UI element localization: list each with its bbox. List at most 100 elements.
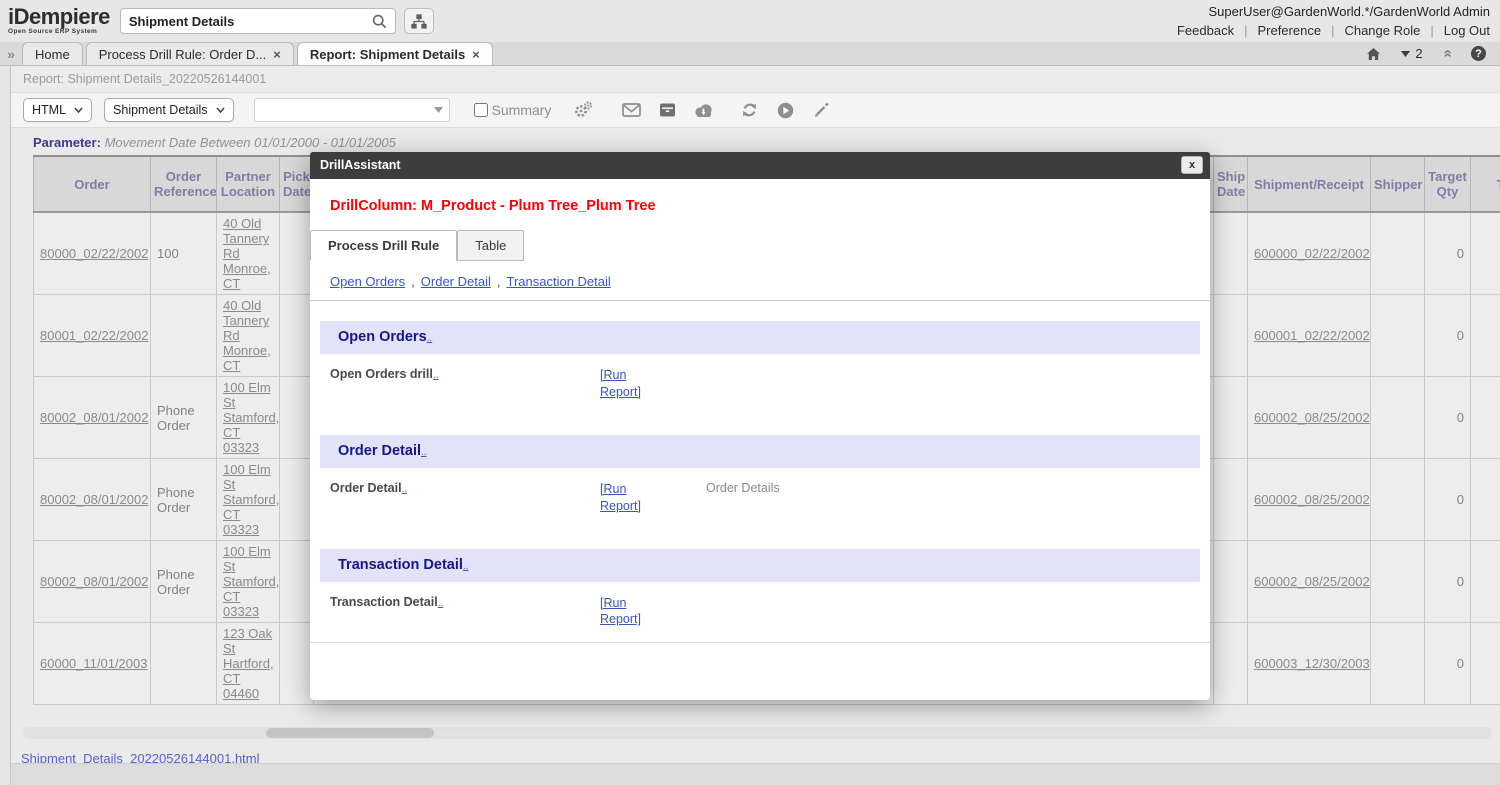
refresh-icon[interactable] <box>737 98 761 122</box>
run-report-icon[interactable] <box>773 98 797 122</box>
tab-process-drill-rule[interactable]: Process Drill Rule: Order D... × <box>86 42 294 65</box>
partner-location-link[interactable]: 100 Elm St Stamford, CT 03323 <box>223 462 279 537</box>
app-logo-title: iDempiere <box>8 6 110 28</box>
send-mail-icon[interactable] <box>619 98 643 122</box>
section-more-link[interactable]: .. <box>427 333 433 344</box>
summary-checkbox[interactable] <box>474 103 488 117</box>
partner-location-link[interactable]: 40 Old Tannery Rd Monroe, CT <box>223 298 271 373</box>
order-link[interactable]: 80001_02/22/2002 <box>40 328 148 343</box>
partner-location-link[interactable]: 100 Elm St Stamford, CT 03323 <box>223 544 279 619</box>
global-search[interactable] <box>120 8 396 34</box>
quick-link-transaction-detail[interactable]: Transaction Detail <box>506 274 610 289</box>
report-select-value: Shipment Details <box>113 103 208 117</box>
shipment-receipt-link[interactable]: 600002_08/25/2002 <box>1254 410 1370 425</box>
order-link[interactable]: 80000_02/22/2002 <box>40 246 148 261</box>
section-header-open-orders: Open Orders.. <box>320 321 1200 354</box>
quick-link-open-orders[interactable]: Open Orders <box>330 274 405 289</box>
link-separator: , <box>411 274 415 289</box>
section-more-link[interactable]: .. <box>463 561 469 572</box>
menu-item-feedback[interactable]: Feedback <box>1177 23 1234 38</box>
ship-date-cell <box>1214 541 1248 623</box>
column-header-shipment-receipt: Shipment/Receipt <box>1248 156 1371 212</box>
drill-rule-more-link[interactable]: .. <box>402 484 408 495</box>
dialog-title-bar[interactable]: DrillAssistant x <box>310 152 1210 179</box>
tab-home[interactable]: Home <box>22 42 83 65</box>
menu-item-log-out[interactable]: Log Out <box>1444 23 1490 38</box>
print-format-combobox[interactable] <box>254 98 450 122</box>
drill-row-open-orders: Open Orders drill.. [Run Report] <box>310 354 1210 415</box>
partner-location-link[interactable]: 100 Elm St Stamford, CT 03323 <box>223 380 279 455</box>
drill-rule-label: Open Orders drill.. <box>330 367 600 381</box>
open-windows-dropdown[interactable]: 2 <box>1401 46 1422 61</box>
drill-rule-more-link[interactable]: .. <box>433 370 439 381</box>
open-windows-count: 2 <box>1415 46 1422 61</box>
menu-item-preference[interactable]: Preference <box>1257 23 1321 38</box>
logged-in-user: SuperUser@GardenWorld.*/GardenWorld Admi… <box>1177 4 1490 19</box>
pick-date-cell <box>280 623 314 705</box>
tracking-cell <box>1471 295 1500 377</box>
target-qty-cell: 0 <box>1425 295 1471 377</box>
report-wizard-icon[interactable] <box>809 98 833 122</box>
sitemap-icon <box>411 14 427 29</box>
dialog-close-button[interactable]: x <box>1181 156 1203 174</box>
parameter-label: Parameter: <box>33 135 101 150</box>
ship-date-cell <box>1214 459 1248 541</box>
search-input[interactable] <box>129 14 369 29</box>
menu-item-change-role[interactable]: Change Role <box>1344 23 1420 38</box>
home-icon[interactable] <box>1366 47 1381 61</box>
export-cloud-icon[interactable] <box>691 98 715 122</box>
search-icon[interactable] <box>369 10 391 32</box>
shipment-receipt-link[interactable]: 600002_08/25/2002 <box>1254 574 1370 589</box>
shipment-receipt-link[interactable]: 600003_12/30/2003 <box>1254 656 1370 671</box>
process-gears-icon[interactable] <box>571 98 595 122</box>
partner-location-link[interactable]: 40 Old Tannery Rd Monroe, CT <box>223 216 271 291</box>
summary-toggle[interactable]: Summary <box>474 102 552 118</box>
drill-rule-name: Transaction Detail <box>330 595 438 609</box>
tab-close-icon[interactable]: × <box>472 48 480 61</box>
chevron-down-icon <box>216 107 225 113</box>
tab-overflow-chevron-icon[interactable]: » <box>0 46 22 62</box>
shipment-receipt-link[interactable]: 600000_02/22/2002 <box>1254 246 1370 261</box>
parameter-line: Parameter: Movement Date Between 01/01/2… <box>11 128 1500 155</box>
archive-icon[interactable] <box>655 98 679 122</box>
tab-report-shipment-details[interactable]: Report: Shipment Details × <box>297 42 493 65</box>
section-more-link[interactable]: .. <box>421 447 427 458</box>
run-report-link[interactable]: [Run Report] <box>600 481 662 515</box>
report-select[interactable]: Shipment Details <box>104 98 234 122</box>
shipment-receipt-link[interactable]: 600002_08/25/2002 <box>1254 492 1370 507</box>
drill-assistant-dialog: DrillAssistant x DrillColumn: M_Product … <box>310 152 1210 700</box>
run-report-link[interactable]: [Run Report] <box>600 367 662 401</box>
order-reference-cell: Phone Order <box>151 541 217 623</box>
order-reference-cell: 100 <box>151 212 217 295</box>
tab-close-icon[interactable]: × <box>273 48 281 61</box>
order-link[interactable]: 80002_08/01/2002 <box>40 492 148 507</box>
order-link[interactable]: 60000_11/01/2003 <box>40 656 147 671</box>
caret-down-icon <box>434 107 443 113</box>
sitemap-button[interactable] <box>404 8 434 34</box>
help-icon[interactable] <box>1471 46 1486 61</box>
run-report-link[interactable]: [Run Report] <box>600 595 662 629</box>
column-header-shipper: Shipper <box>1371 156 1425 212</box>
shipper-cell <box>1371 295 1425 377</box>
collapse-all-icon[interactable]: » <box>1438 49 1455 57</box>
drill-rule-more-link[interactable]: .. <box>438 598 444 609</box>
tab-process-drill-rule-modal[interactable]: Process Drill Rule <box>310 230 457 261</box>
export-format-select[interactable]: HTML <box>23 98 92 122</box>
target-qty-cell: 0 <box>1425 377 1471 459</box>
order-reference-cell <box>151 623 217 705</box>
export-format-value: HTML <box>32 103 66 117</box>
shipper-cell <box>1371 541 1425 623</box>
drill-rule-name: Order Detail <box>330 481 402 495</box>
tab-table-modal[interactable]: Table <box>457 230 524 261</box>
order-link[interactable]: 80002_08/01/2002 <box>40 574 148 589</box>
partner-location-link[interactable]: 123 Oak St Hartford, CT 04460 <box>223 626 274 701</box>
order-link[interactable]: 80002_08/01/2002 <box>40 410 148 425</box>
shipment-receipt-link[interactable]: 600001_02/22/2002 <box>1254 328 1370 343</box>
tab-home-label: Home <box>35 47 70 62</box>
quick-link-order-detail[interactable]: Order Detail <box>421 274 491 289</box>
link-separator: , <box>497 274 501 289</box>
footer-strip <box>11 763 1500 785</box>
chevron-down-icon <box>74 107 83 113</box>
app-logo: iDempiere Open Source ERP System <box>8 6 110 36</box>
horizontal-scrollbar-thumb[interactable] <box>266 728 434 738</box>
